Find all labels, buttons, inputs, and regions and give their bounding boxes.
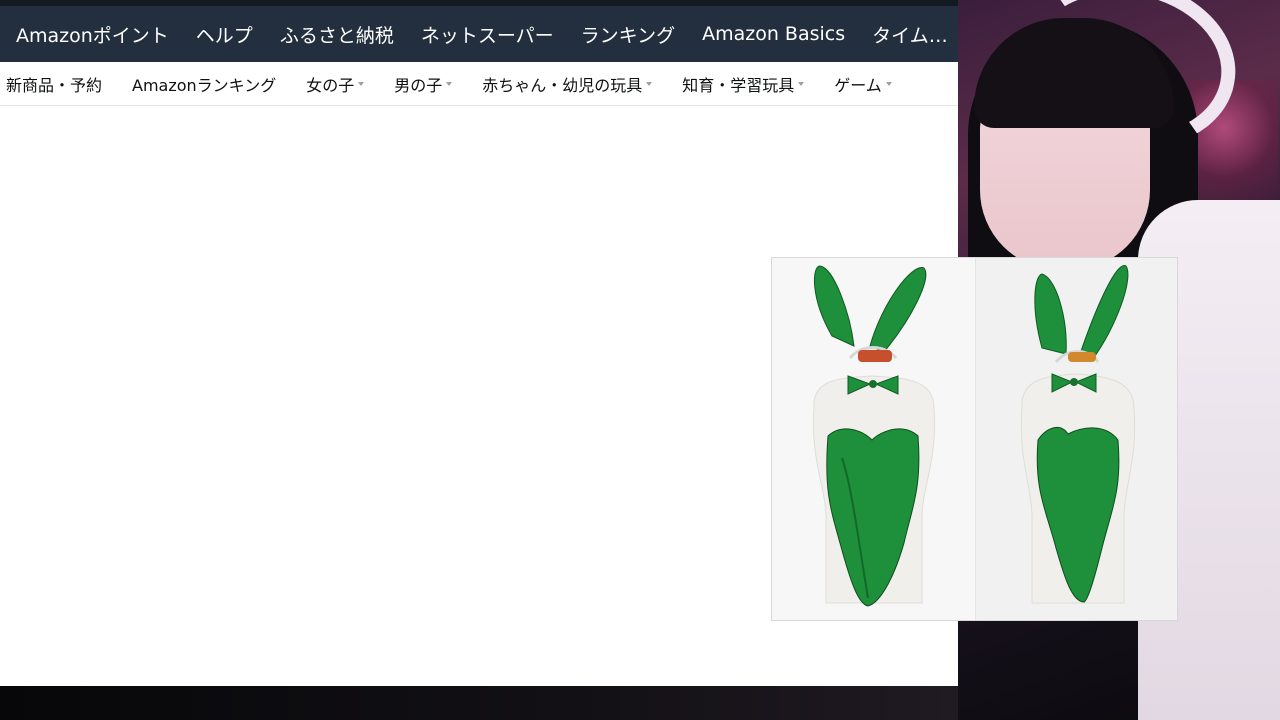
caret-down-icon (446, 81, 453, 86)
bunny-costume-front-icon (812, 265, 936, 607)
subnav-item-baby-toys[interactable]: 赤ちゃん・幼児の玩具 (482, 72, 653, 96)
subnav-label: 赤ちゃん・幼児の玩具 (482, 75, 643, 95)
category-subnav: 新商品・予約 Amazonランキング 女の子 男の子 赤ちゃん・幼児の玩具 知育… (0, 62, 958, 106)
bunny-costume-side-photo (975, 258, 1177, 620)
subnav-label: 女の子 (306, 75, 355, 95)
bunny-costume-side-icon (1020, 265, 1136, 604)
bunny-costume-front-photo (772, 258, 975, 620)
subnav-item-new-products[interactable]: 新商品・予約 (6, 72, 102, 96)
nav-link-furusato-tax[interactable]: ふるさと納税 (280, 21, 394, 48)
nav-link-ranking[interactable]: ランキング (581, 21, 675, 48)
subnav-item-games[interactable]: ゲーム (834, 72, 892, 96)
top-navigation-bar: Amazonポイント ヘルプ ふるさと納税 ネットスーパー ランキング Amaz… (0, 0, 958, 62)
product-image-panel[interactable] (771, 257, 1178, 621)
taskbar-strip (0, 686, 958, 720)
caret-down-icon (798, 81, 805, 86)
subnav-item-boys[interactable]: 男の子 (394, 72, 453, 96)
subnav-label: ゲーム (834, 75, 882, 95)
caret-down-icon (646, 81, 653, 86)
nav-link-help[interactable]: ヘルプ (196, 21, 253, 48)
caret-down-icon (358, 81, 365, 86)
nav-link-time-sale[interactable]: タイム… (872, 21, 948, 48)
subnav-label: 男の子 (394, 75, 443, 95)
subnav-label: 知育・学習玩具 (682, 75, 795, 95)
subnav-label: 新商品・予約 (6, 75, 103, 95)
nav-link-net-super[interactable]: ネットスーパー (421, 21, 554, 48)
nav-link-amazon-points[interactable]: Amazonポイント (16, 21, 169, 48)
subnav-item-amazon-ranking[interactable]: Amazonランキング (132, 72, 276, 96)
subnav-item-girls[interactable]: 女の子 (306, 72, 365, 96)
subnav-label: Amazonランキング (132, 75, 277, 95)
nav-link-amazon-basics[interactable]: Amazon Basics (702, 23, 845, 45)
caret-down-icon (885, 81, 892, 86)
subnav-item-educational-toys[interactable]: 知育・学習玩具 (682, 72, 805, 96)
